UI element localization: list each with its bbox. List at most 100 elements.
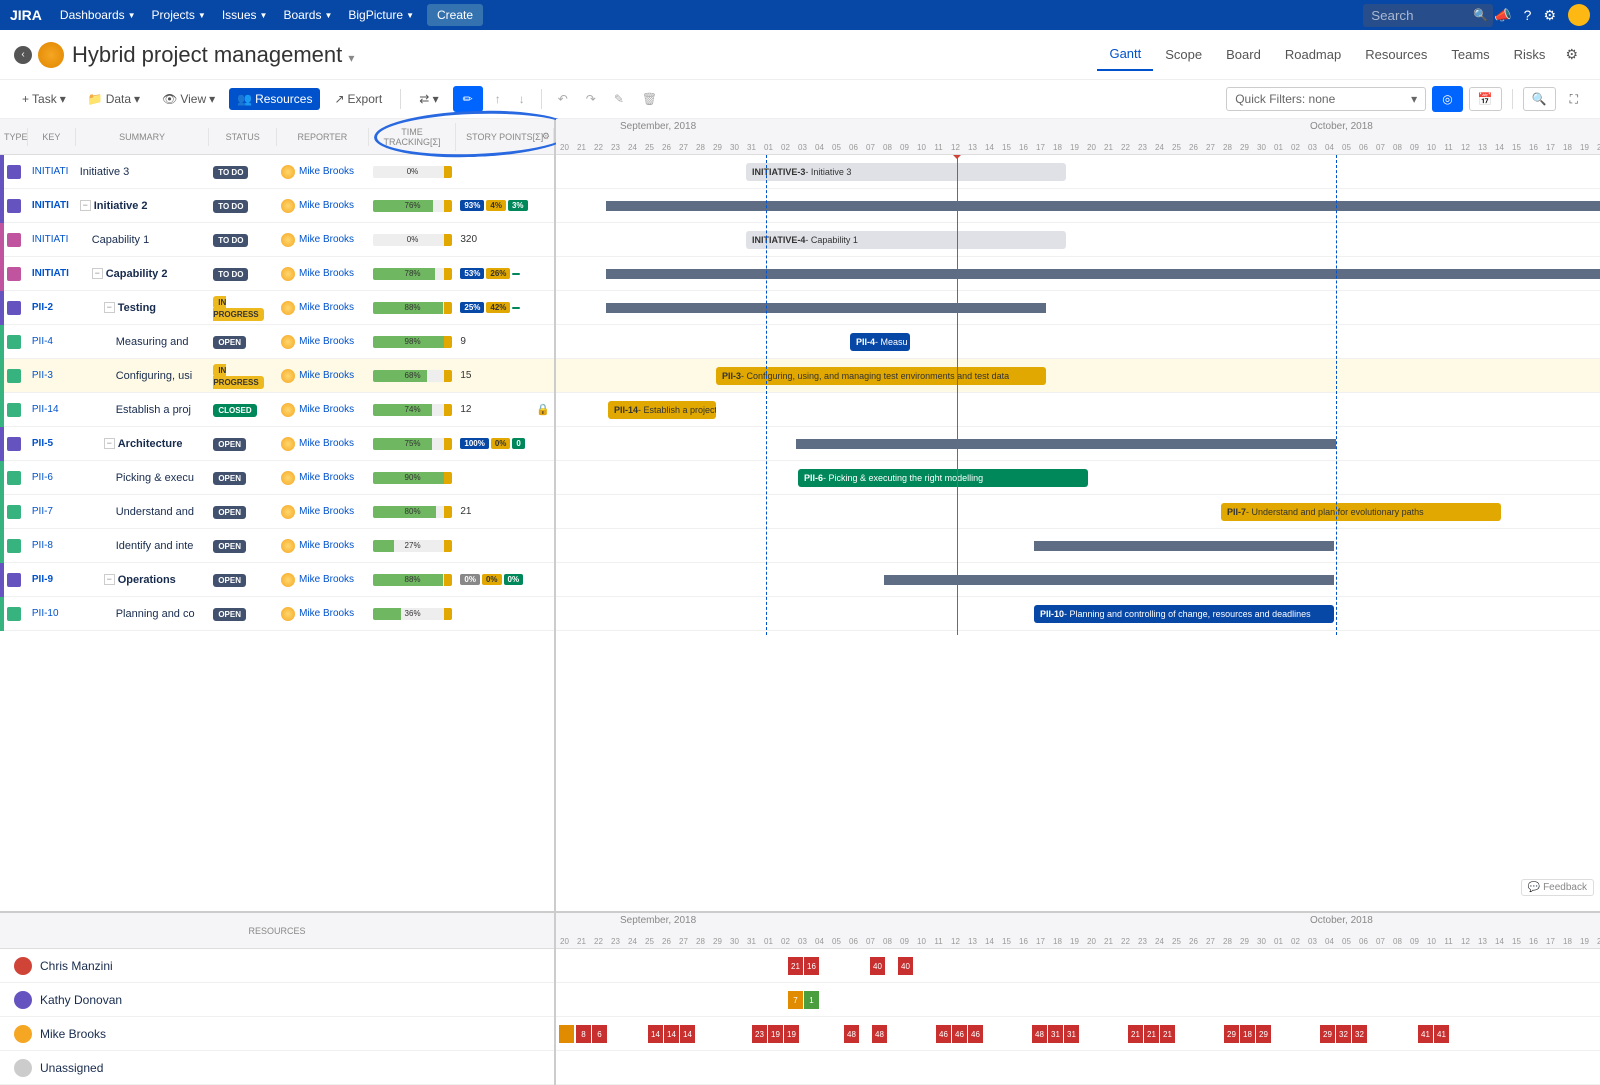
resources-button[interactable]: 👥 Resources: [229, 88, 320, 110]
undo-icon[interactable]: ↶: [552, 88, 574, 110]
up-icon[interactable]: ↑: [489, 88, 507, 110]
redo-icon[interactable]: ↷: [580, 88, 602, 110]
issue-key[interactable]: INITIATI: [28, 200, 76, 211]
nav-projects[interactable]: Projects▼: [144, 8, 214, 22]
task-button[interactable]: + Task ▾: [14, 88, 74, 110]
tab-teams[interactable]: Teams: [1439, 39, 1501, 70]
task-row[interactable]: PII-8 Identify and inte OPEN Mike Brooks…: [0, 529, 554, 563]
gantt-bar[interactable]: INITIATIVE-3 - Initiative 3: [746, 163, 1066, 181]
expand-icon[interactable]: −: [104, 302, 115, 313]
tab-gantt[interactable]: Gantt: [1097, 38, 1153, 71]
col-summary[interactable]: SUMMARY: [76, 128, 209, 146]
gantt-bar[interactable]: [606, 201, 1600, 211]
task-row[interactable]: PII-14 Establish a proj CLOSED Mike Broo…: [0, 393, 554, 427]
reporter-name[interactable]: Mike Brooks: [299, 336, 354, 347]
export-button[interactable]: ↗ Export: [326, 88, 390, 110]
resource-row[interactable]: Kathy Donovan: [0, 983, 554, 1017]
search-button[interactable]: 🔍: [1523, 87, 1556, 111]
target-button[interactable]: ◎: [1432, 86, 1462, 112]
fullscreen-button[interactable]: ⛶: [1562, 88, 1586, 111]
reporter-name[interactable]: Mike Brooks: [299, 166, 354, 177]
tab-risks[interactable]: Risks: [1502, 39, 1558, 70]
reporter-name[interactable]: Mike Brooks: [299, 472, 354, 483]
reporter-name[interactable]: Mike Brooks: [299, 404, 354, 415]
issue-key[interactable]: PII-5: [28, 438, 76, 449]
edit-button[interactable]: ✏: [453, 86, 483, 112]
expand-icon[interactable]: −: [80, 200, 91, 211]
issue-key[interactable]: PII-9: [28, 574, 76, 585]
reporter-name[interactable]: Mike Brooks: [299, 302, 354, 313]
gantt-chart[interactable]: September, 2018October, 2018 20212223242…: [556, 119, 1600, 911]
reporter-name[interactable]: Mike Brooks: [299, 574, 354, 585]
quick-filters[interactable]: Quick Filters: none▾: [1226, 87, 1426, 111]
gantt-bar[interactable]: [796, 439, 1336, 449]
help-icon[interactable]: ?: [1518, 7, 1538, 23]
view-button[interactable]: 👁 View ▾: [154, 88, 223, 110]
issue-key[interactable]: INITIATI: [28, 268, 76, 279]
issue-key[interactable]: PII-10: [28, 608, 76, 619]
data-button[interactable]: 📁 Data ▾: [80, 88, 148, 110]
gantt-bar[interactable]: PII-4 - Measu: [850, 333, 910, 351]
task-row[interactable]: PII-2 − Testing IN PROGRESS Mike Brooks …: [0, 291, 554, 325]
link-button[interactable]: ⇄ ▾: [411, 88, 446, 110]
expand-icon[interactable]: −: [104, 438, 115, 449]
reporter-name[interactable]: Mike Brooks: [299, 370, 354, 381]
task-row[interactable]: PII-7 Understand and OPEN Mike Brooks 80…: [0, 495, 554, 529]
gantt-bar[interactable]: PII-7 - Understand and plan for evolutio…: [1221, 503, 1501, 521]
issue-key[interactable]: PII-4: [28, 336, 76, 347]
down-icon[interactable]: ↓: [513, 88, 531, 110]
reporter-name[interactable]: Mike Brooks: [299, 506, 354, 517]
resource-row[interactable]: Unassigned: [0, 1051, 554, 1085]
issue-key[interactable]: PII-8: [28, 540, 76, 551]
reporter-name[interactable]: Mike Brooks: [299, 268, 354, 279]
task-row[interactable]: INITIATI − Initiative 2 TO DO Mike Brook…: [0, 189, 554, 223]
tab-resources[interactable]: Resources: [1353, 39, 1439, 70]
gantt-bar[interactable]: PII-14 - Establish a project sched: [608, 401, 716, 419]
task-row[interactable]: INITIATI Capability 1 TO DO Mike Brooks …: [0, 223, 554, 257]
gantt-bar[interactable]: [606, 303, 1046, 313]
tab-scope[interactable]: Scope: [1153, 39, 1214, 70]
issue-key[interactable]: INITIATI: [28, 234, 76, 245]
task-row[interactable]: PII-6 Picking & execu OPEN Mike Brooks 9…: [0, 461, 554, 495]
gantt-bar[interactable]: [1034, 541, 1334, 551]
calendar-button[interactable]: 📅: [1469, 87, 1502, 111]
issue-key[interactable]: PII-7: [28, 506, 76, 517]
issue-key[interactable]: PII-6: [28, 472, 76, 483]
col-status[interactable]: STATUS: [209, 128, 277, 146]
task-row[interactable]: INITIATI Initiative 3 TO DO Mike Brooks …: [0, 155, 554, 189]
gantt-bar[interactable]: PII-10 - Planning and controlling of cha…: [1034, 605, 1334, 623]
reporter-name[interactable]: Mike Brooks: [299, 438, 354, 449]
tab-board[interactable]: Board: [1214, 39, 1273, 70]
col-key[interactable]: KEY: [28, 128, 76, 146]
user-avatar[interactable]: [1568, 4, 1590, 26]
task-row[interactable]: PII-9 − Operations OPEN Mike Brooks 88% …: [0, 563, 554, 597]
col-type[interactable]: TYPE: [0, 128, 28, 146]
nav-boards[interactable]: Boards▼: [275, 8, 340, 22]
nav-issues[interactable]: Issues▼: [214, 8, 276, 22]
nav-bigpicture[interactable]: BigPicture▼: [340, 8, 422, 22]
col-reporter[interactable]: REPORTER: [277, 128, 369, 146]
task-row[interactable]: PII-5 − Architecture OPEN Mike Brooks 75…: [0, 427, 554, 461]
gantt-bar[interactable]: [884, 575, 1334, 585]
issue-key[interactable]: PII-3: [28, 370, 76, 381]
megaphone-icon[interactable]: 📣: [1488, 7, 1517, 24]
reporter-name[interactable]: Mike Brooks: [299, 608, 354, 619]
task-row[interactable]: INITIATI − Capability 2 TO DO Mike Brook…: [0, 257, 554, 291]
pencil-icon[interactable]: ✎: [608, 88, 630, 110]
task-row[interactable]: PII-3 Configuring, usi IN PROGRESS Mike …: [0, 359, 554, 393]
tab-gear-icon[interactable]: ⚙: [1557, 46, 1586, 63]
expand-icon[interactable]: −: [92, 268, 103, 279]
reporter-name[interactable]: Mike Brooks: [299, 200, 354, 211]
gantt-bar[interactable]: PII-6 - Picking & executing the right mo…: [798, 469, 1088, 487]
col-story[interactable]: STORY POINTS[Σ]: [456, 128, 554, 146]
back-button[interactable]: ‹: [14, 46, 32, 64]
issue-key[interactable]: PII-14: [28, 404, 76, 415]
gantt-bar[interactable]: INITIATIVE-4 - Capability 1: [746, 231, 1066, 249]
task-row[interactable]: PII-4 Measuring and OPEN Mike Brooks 98%…: [0, 325, 554, 359]
reporter-name[interactable]: Mike Brooks: [299, 234, 354, 245]
expand-icon[interactable]: −: [104, 574, 115, 585]
issue-key[interactable]: INITIATI: [28, 166, 76, 177]
create-button[interactable]: Create: [427, 4, 483, 26]
col-time[interactable]: TIME TRACKING[Σ]: [369, 123, 457, 151]
task-row[interactable]: PII-10 Planning and co OPEN Mike Brooks …: [0, 597, 554, 631]
